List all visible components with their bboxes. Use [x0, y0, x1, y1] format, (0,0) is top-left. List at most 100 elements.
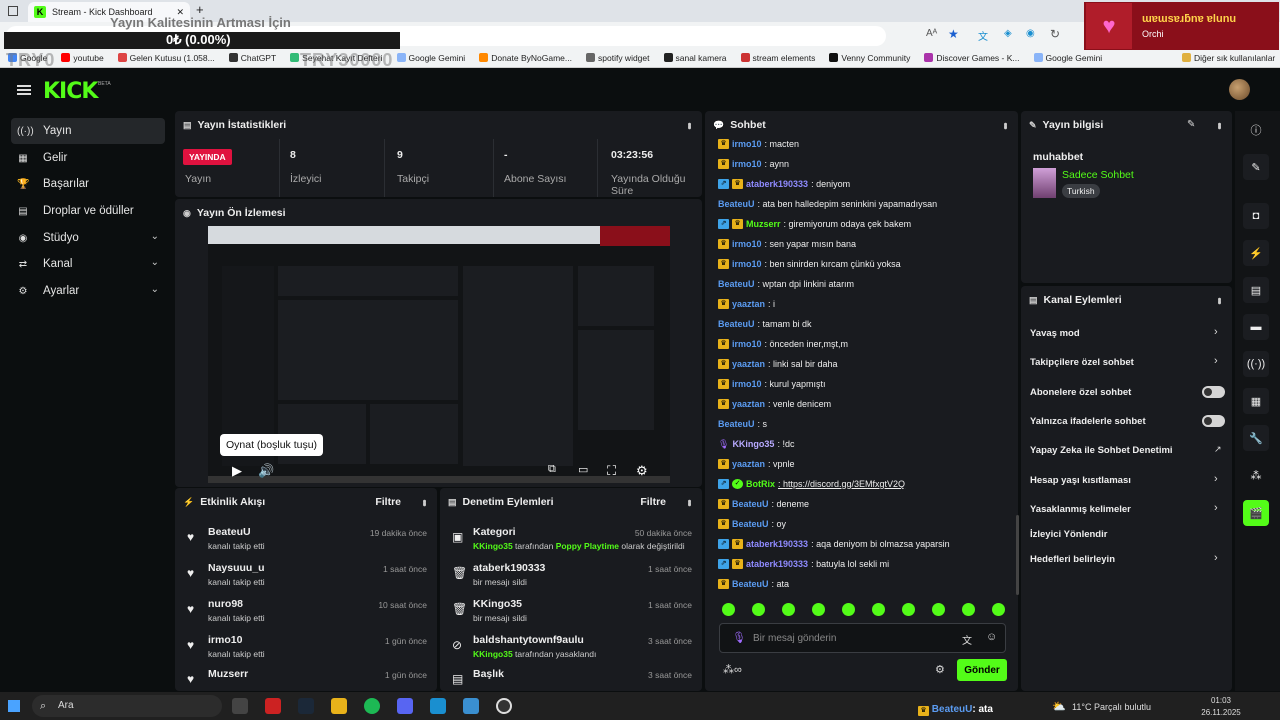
action-goals[interactable]: Hedefleri belirleyin [1030, 554, 1115, 565]
action-raid[interactable]: İzleyici Yönlendir [1030, 529, 1107, 540]
clock-date[interactable]: 26.11.2025 [1196, 708, 1246, 717]
edge-icon[interactable] [430, 698, 446, 714]
folder-icon[interactable] [331, 698, 347, 714]
more-icon[interactable]: ••• [683, 499, 695, 505]
taskbar-search[interactable]: Ara [32, 695, 222, 717]
lightning-icon[interactable]: ⚡ [1243, 240, 1269, 266]
action-banned-words[interactable]: Yasaklanmış kelimeler [1030, 504, 1131, 515]
emote-icon[interactable] [782, 603, 795, 616]
send-button[interactable]: Gönder [957, 659, 1007, 681]
sidebar-item-ayarlar[interactable]: ⚙ Ayarlar ⌄ [11, 278, 165, 304]
clock-time[interactable]: 01:03 [1196, 696, 1246, 705]
emotes-only-toggle[interactable] [1202, 415, 1225, 427]
chat-username[interactable]: BeateuU [732, 499, 769, 509]
emote-icon[interactable] [872, 603, 885, 616]
weather-icon[interactable]: ⛅ [1052, 700, 1066, 713]
emote-icon[interactable] [722, 603, 735, 616]
chat-input[interactable]: 🎙 Bir mesaj gönderin 文 ☺ [719, 623, 1006, 653]
chevron-right-icon[interactable]: › [1214, 502, 1218, 514]
emote-icon[interactable] [752, 603, 765, 616]
broadcast-icon[interactable]: ((·)) [1243, 351, 1269, 377]
camera-icon[interactable]: ◘ [1243, 203, 1269, 229]
chat-username[interactable]: BeateuU [718, 419, 755, 429]
chevron-right-icon[interactable]: › [1214, 552, 1218, 564]
chat-username[interactable]: irmo10 [732, 339, 762, 349]
chat-username[interactable]: ataberk190333 [746, 539, 808, 549]
sidebar-item-basarilar[interactable]: 🏆 Başarılar [11, 171, 165, 197]
more-icon[interactable]: ••• [683, 122, 695, 128]
bookmark-item[interactable]: Donate ByNoGame... [479, 53, 572, 63]
read-aloud-icon[interactable]: Aᴬ [926, 28, 937, 39]
favorite-star-icon[interactable]: ★ [948, 27, 959, 41]
action-followers-only[interactable]: Takipçilere özel sohbet [1030, 357, 1134, 368]
bookmark-item[interactable]: sanal kamera [663, 53, 727, 63]
action-account-age[interactable]: Hesap yaşı kısıtlaması [1030, 475, 1131, 486]
settings-icon[interactable]: ⚙ [636, 463, 648, 479]
clapper-icon[interactable]: 🎬 [1243, 500, 1269, 526]
bookmark-item[interactable]: Gelen Kutusu (1.058... [117, 53, 215, 63]
emote-icon[interactable] [812, 603, 825, 616]
chat-username[interactable]: yaaztan [732, 359, 765, 369]
bookmark-item[interactable]: ChatGPT [228, 53, 276, 63]
more-icon[interactable]: ••• [1213, 122, 1225, 128]
bookmark-item[interactable]: stream elements [740, 53, 815, 63]
app-icon[interactable] [463, 698, 479, 714]
emote-icon[interactable] [992, 603, 1005, 616]
theater-icon[interactable]: ▭ [578, 463, 588, 476]
translate-icon[interactable]: 文 [962, 632, 972, 647]
chat-username[interactable]: KKingo35 [732, 439, 774, 449]
chat-username[interactable]: BeateuU [718, 199, 755, 209]
chat-icon[interactable]: ▬ [1243, 314, 1269, 340]
volume-icon[interactable]: 🔊 [258, 463, 274, 479]
bookmark-item[interactable]: Discover Games - K... [924, 53, 1020, 63]
bookmark-item[interactable]: youtube [61, 53, 104, 63]
chat-tools-icon[interactable]: ⁂∞ [723, 663, 742, 676]
window-menu-icon[interactable] [8, 6, 18, 16]
gear-icon[interactable]: ⚙ [935, 663, 945, 676]
shazam-icon[interactable]: ◉ [1026, 28, 1035, 39]
emote-icon[interactable] [962, 603, 975, 616]
fullscreen-icon[interactable]: ⛶ [607, 463, 616, 479]
chat-username[interactable]: ataberk190333 [746, 179, 808, 189]
discord-icon[interactable] [397, 698, 413, 714]
chat-username[interactable]: BotRix [746, 479, 775, 489]
sidebar-item-yayin[interactable]: ((·)) Yayın [11, 118, 165, 144]
info-icon[interactable]: ⓘ [1243, 117, 1269, 143]
sidebar-item-droplar[interactable]: ▤ Droplar ve ödüller [11, 198, 165, 224]
sidebar-item-gelir[interactable]: ▦ Gelir [11, 145, 165, 171]
chat-username[interactable]: Muzserr [746, 219, 781, 229]
emote-icon[interactable] [932, 603, 945, 616]
wrench-icon[interactable]: 🔧 [1243, 425, 1269, 451]
more-icon[interactable]: ••• [999, 122, 1011, 128]
sidebar-item-studyo[interactable]: ◉ Stüdyo ⌄ [11, 225, 165, 251]
windows-start-icon[interactable] [8, 700, 20, 712]
refresh-icon[interactable]: ↻ [1050, 27, 1060, 41]
task-view-icon[interactable] [232, 698, 248, 714]
chat-username[interactable]: irmo10 [732, 159, 762, 169]
subscribers-only-toggle[interactable] [1202, 386, 1225, 398]
chat-username[interactable]: yaaztan [732, 399, 765, 409]
pencil-icon[interactable]: ✎ [1243, 154, 1269, 180]
extension-icon[interactable]: ◈ [1004, 28, 1012, 39]
emote-icon[interactable] [842, 603, 855, 616]
chat-username[interactable]: yaaztan [732, 459, 765, 469]
translate-icon[interactable]: 文 [978, 28, 988, 43]
chat-username[interactable]: BeateuU [732, 519, 769, 529]
chat-username[interactable]: BeateuU [732, 579, 769, 589]
action-subscribers-only[interactable]: Abonelere özel sohbet [1030, 387, 1131, 398]
action-ai-moderation[interactable]: Yapay Zeka ile Sohbet Denetimi [1030, 445, 1173, 456]
apps-icon[interactable]: ⁂ [1243, 462, 1269, 488]
chevron-right-icon[interactable]: › [1214, 355, 1218, 367]
more-icon[interactable]: ••• [418, 499, 430, 505]
tag-badge[interactable]: Turkish [1062, 184, 1100, 198]
microphone-icon[interactable]: 🎙 [732, 631, 746, 644]
bookmark-item[interactable]: Google Gemini [396, 53, 465, 63]
chat-username[interactable]: ataberk190333 [746, 559, 808, 569]
bookmark-item[interactable]: Google Gemini [1033, 53, 1102, 63]
chat-username[interactable]: irmo10 [732, 379, 762, 389]
kick-logo[interactable]: KICK [43, 79, 98, 104]
category-link[interactable]: Sadece Sohbet [1062, 169, 1134, 181]
bookmark-item[interactable]: spotify widget [586, 53, 650, 63]
external-link-icon[interactable]: ↗ [1214, 444, 1222, 455]
other-bookmarks[interactable]: Diğer sık kullanılanlar [1182, 53, 1275, 63]
